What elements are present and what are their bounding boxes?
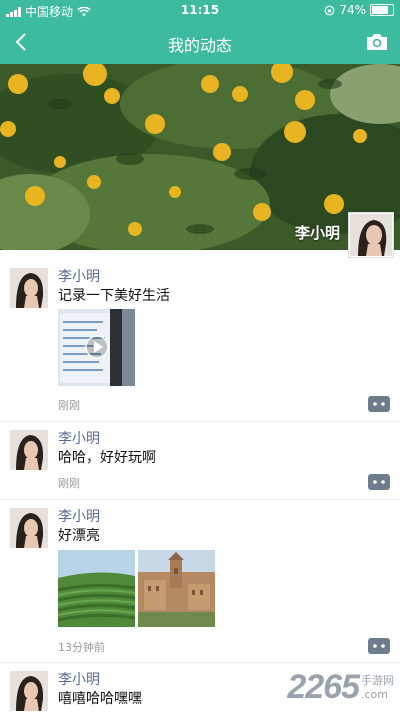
video-thumbnail[interactable]	[58, 309, 135, 386]
post-content: 嘻嘻哈哈嘿嘿	[58, 691, 142, 707]
post-media	[58, 550, 215, 627]
post-author[interactable]: 李小明	[58, 669, 100, 689]
feed-list: 李小明 记录一下美好生活 刚刚 李小明 哈哈，好好玩啊 刚刚 李小明 好漂亮 1…	[0, 260, 400, 723]
post-content: 记录一下美好生活	[58, 288, 170, 304]
comment-button[interactable]	[368, 396, 390, 412]
watermark-number: 2265	[287, 668, 360, 706]
orientation-lock-icon	[324, 5, 335, 15]
post-avatar[interactable]	[10, 430, 48, 470]
photo-thumbnail[interactable]	[58, 550, 135, 627]
nav-bar: 我的动态	[0, 20, 400, 64]
watermark-domain: .com	[361, 688, 388, 701]
cover-photo	[0, 64, 400, 250]
comment-button[interactable]	[368, 474, 390, 490]
post-avatar[interactable]	[10, 508, 48, 548]
watermark-text: 手游网	[361, 674, 394, 687]
comment-icon	[368, 638, 390, 654]
post-content: 好漂亮	[58, 528, 100, 544]
profile-avatar[interactable]	[348, 212, 394, 258]
photo-thumbnail[interactable]	[138, 550, 215, 627]
post-item: 李小明 哈哈，好好玩啊 刚刚	[0, 422, 400, 500]
camera-icon	[367, 34, 387, 50]
page-title: 我的动态	[167, 36, 232, 55]
profile-avatar-image	[350, 214, 392, 256]
status-bar: 中国移动 11:15 74%	[0, 0, 400, 20]
post-item: 李小明 好漂亮 13分钟前	[0, 500, 400, 663]
post-time: 13分钟前	[58, 641, 105, 654]
battery-percent: 74%	[339, 3, 366, 17]
post-content: 哈哈，好好玩啊	[58, 450, 156, 466]
comment-icon	[368, 474, 390, 490]
post-item: 李小明 记录一下美好生活 刚刚	[0, 260, 400, 422]
post-time: 刚刚	[58, 399, 80, 412]
cover-user-name: 李小明	[294, 224, 340, 242]
post-avatar[interactable]	[10, 671, 48, 711]
site-watermark: 2265 手游网 .com	[287, 668, 394, 707]
post-author[interactable]: 李小明	[58, 428, 100, 448]
comment-icon	[368, 396, 390, 412]
post-author[interactable]: 李小明	[58, 506, 100, 526]
play-icon	[94, 341, 103, 353]
post-author[interactable]: 李小明	[58, 266, 100, 286]
post-time: 刚刚	[58, 477, 80, 490]
post-avatar[interactable]	[10, 268, 48, 308]
status-right: 74%	[324, 3, 394, 17]
camera-button[interactable]	[364, 29, 390, 55]
comment-button[interactable]	[368, 638, 390, 654]
battery-icon	[370, 4, 394, 16]
post-media	[58, 309, 135, 386]
